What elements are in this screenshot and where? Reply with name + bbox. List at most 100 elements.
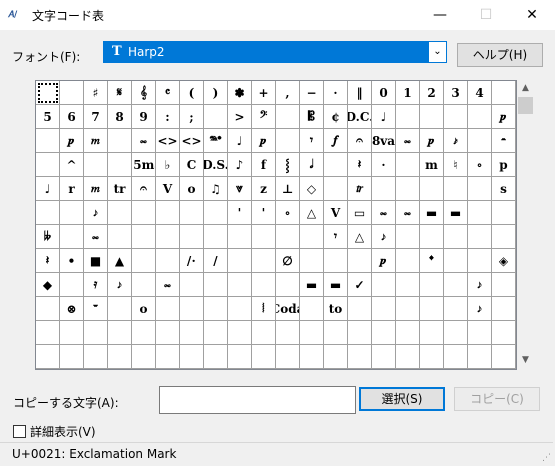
char-cell[interactable]: ⸾ [276,153,300,177]
char-cell[interactable]: ♫ [204,177,228,201]
char-cell[interactable] [36,345,60,369]
char-cell[interactable]: D.C. [348,105,372,129]
font-select[interactable]: T Harp2 ⌄ [103,41,447,63]
char-cell[interactable]: 𝄐 [132,177,156,201]
char-cell[interactable]: / [204,249,228,273]
char-cell[interactable] [204,273,228,297]
char-cell[interactable] [204,201,228,225]
char-cell[interactable]: 9 [132,105,156,129]
char-cell[interactable]: ▬ [444,201,468,225]
char-cell[interactable]: 𝆏 [372,249,396,273]
char-cell[interactable]: : [156,105,180,129]
char-cell[interactable]: V [156,177,180,201]
char-cell[interactable] [300,345,324,369]
char-cell[interactable] [348,297,372,321]
select-button[interactable]: 選択(S) [359,387,445,411]
char-cell[interactable] [492,81,516,105]
char-cell[interactable]: 𝄐 [348,129,372,153]
character-grid[interactable]: ♯𝄋𝄞𝄴()✽+,−·‖0123456789:;>𝄢𝄡¢D.C.♩𝆏𝆏𝆐𝆗<><… [35,80,517,370]
char-cell[interactable] [492,201,516,225]
char-cell[interactable] [60,273,84,297]
char-cell[interactable]: 𝆐 [84,129,108,153]
char-cell[interactable]: ♩ [228,129,252,153]
char-cell[interactable]: r [60,177,84,201]
char-cell[interactable] [156,321,180,345]
char-cell[interactable] [60,81,84,105]
copy-input[interactable] [159,386,356,414]
char-cell[interactable]: z [252,177,276,201]
char-cell[interactable] [228,297,252,321]
resize-grip-icon[interactable]: ⋰ [542,453,551,463]
char-cell[interactable] [252,321,276,345]
char-cell[interactable] [444,273,468,297]
char-cell[interactable] [108,321,132,345]
char-cell[interactable] [444,321,468,345]
char-cell[interactable]: ▬ [420,201,444,225]
char-cell[interactable] [180,201,204,225]
char-cell[interactable]: 𝆕 [84,201,108,225]
char-cell[interactable] [420,297,444,321]
char-cell[interactable]: 𝆮𝆯 [204,129,228,153]
char-cell[interactable]: 8 [108,105,132,129]
char-cell[interactable] [468,177,492,201]
char-cell[interactable] [444,105,468,129]
char-cell[interactable]: ◈ [492,249,516,273]
char-cell[interactable] [36,201,60,225]
char-cell[interactable] [348,249,372,273]
char-cell[interactable] [468,225,492,249]
char-cell[interactable]: ◆ [36,273,60,297]
char-cell[interactable] [36,129,60,153]
char-cell[interactable]: o [132,297,156,321]
char-cell[interactable] [444,345,468,369]
char-cell[interactable]: ) [204,81,228,105]
char-cell[interactable] [108,201,132,225]
char-cell[interactable] [84,321,108,345]
char-cell[interactable]: 𝄋 [108,81,132,105]
char-cell[interactable]: 𝆑 [324,129,348,153]
advanced-view-label[interactable]: 詳細表示(V) [30,423,96,440]
char-cell[interactable]: 𝆖 [348,177,372,201]
char-cell[interactable]: ⊥ [276,177,300,201]
char-cell[interactable] [468,201,492,225]
char-cell[interactable] [252,225,276,249]
char-cell[interactable]: ( [180,81,204,105]
char-cell[interactable]: m [420,153,444,177]
char-cell[interactable] [180,225,204,249]
char-cell[interactable]: 2 [420,81,444,105]
char-cell[interactable]: 𝄞 [132,81,156,105]
char-cell[interactable] [444,225,468,249]
char-cell[interactable]: ' [228,201,252,225]
char-cell[interactable] [396,105,420,129]
char-cell[interactable]: ✓ [348,273,372,297]
char-cell[interactable] [492,297,516,321]
char-cell[interactable] [276,345,300,369]
scroll-up-icon[interactable]: ▲ [517,80,534,97]
char-cell[interactable] [420,345,444,369]
char-cell[interactable] [372,345,396,369]
char-cell[interactable] [276,321,300,345]
char-cell[interactable] [324,153,348,177]
char-cell[interactable] [372,297,396,321]
char-cell[interactable] [60,225,84,249]
char-cell[interactable] [60,201,84,225]
char-cell[interactable]: ♩ [372,105,396,129]
char-cell[interactable]: 𝆗 [396,201,420,225]
char-cell[interactable]: ▲ [108,249,132,273]
char-cell[interactable] [156,249,180,273]
char-cell[interactable]: 𝄡 [300,105,324,129]
char-cell[interactable] [396,177,420,201]
char-cell[interactable]: 𝆗 [132,129,156,153]
char-cell[interactable] [60,321,84,345]
char-cell[interactable]: 𝆕 [108,273,132,297]
char-cell[interactable] [468,249,492,273]
char-cell[interactable]: s [492,177,516,201]
char-cell[interactable] [276,273,300,297]
char-cell[interactable] [300,297,324,321]
char-cell[interactable]: <> [180,129,204,153]
chevron-down-icon[interactable]: ⌄ [429,42,446,62]
char-cell[interactable]: 5 [36,105,60,129]
char-cell[interactable] [396,321,420,345]
char-cell[interactable] [396,225,420,249]
char-cell[interactable]: − [300,81,324,105]
char-cell[interactable]: 𝆏 [252,129,276,153]
